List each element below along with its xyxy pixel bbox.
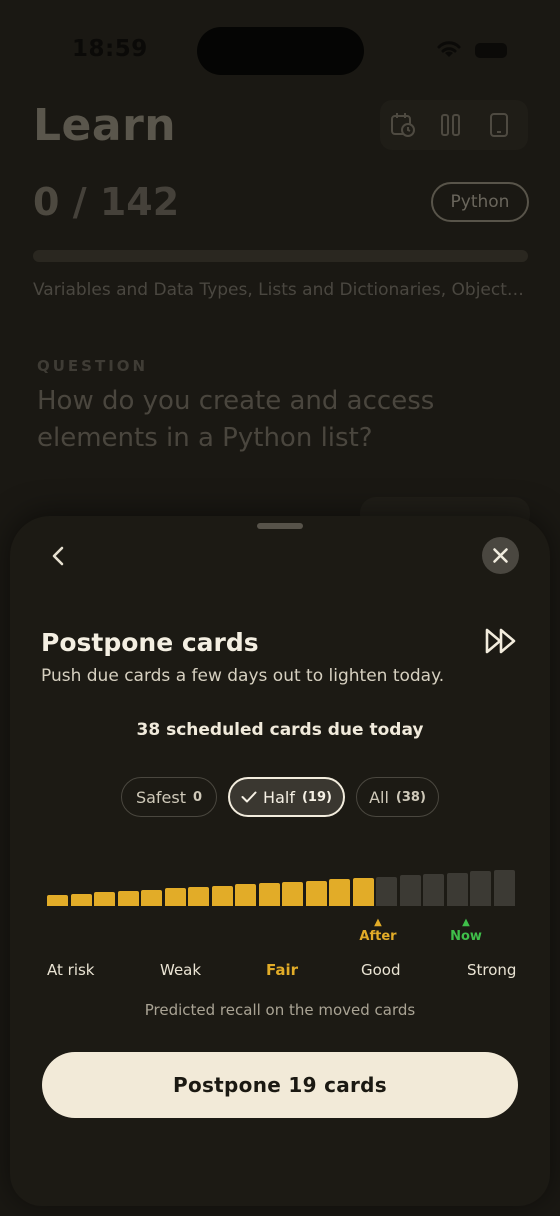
option-all[interactable]: All (38) xyxy=(356,777,439,817)
battery-icon xyxy=(475,43,507,58)
option-half-label: Half xyxy=(263,787,295,807)
recall-segment xyxy=(47,895,69,906)
status-time: 18:59 xyxy=(72,36,148,62)
postpone-button[interactable]: Postpone 19 cards xyxy=(42,1052,518,1118)
recall-caption: Predicted recall on the moved cards xyxy=(144,1001,416,1019)
topics-list: Variables and Data Types, Lists and Dict… xyxy=(33,280,524,300)
recall-segment xyxy=(188,887,210,906)
postpone-sheet: Postpone cards Push due cards a few days… xyxy=(10,516,550,1206)
option-half[interactable]: Half (19) xyxy=(228,777,345,817)
question-label: QUESTION xyxy=(37,357,149,375)
recall-segment xyxy=(164,888,186,906)
recall-segment xyxy=(70,893,92,906)
option-safest-label: Safest xyxy=(135,787,186,807)
recall-segment xyxy=(446,872,468,906)
after-marker-label: After xyxy=(359,929,397,944)
after-marker: ▲ After xyxy=(348,917,408,944)
language-badge[interactable]: Python xyxy=(431,182,529,222)
check-icon xyxy=(241,791,257,803)
back-chevron-icon xyxy=(52,546,64,566)
scale-label-fair: Fair xyxy=(266,961,299,979)
recall-segment xyxy=(470,871,492,906)
recall-segment xyxy=(376,876,398,906)
calendar-clock-icon[interactable] xyxy=(390,112,416,138)
recall-segment xyxy=(258,883,280,906)
recall-segment xyxy=(141,889,163,906)
sheet-title: Postpone cards xyxy=(41,628,259,657)
after-marker-triangle-icon: ▲ xyxy=(374,917,382,928)
app-screen: Learn 0 / 142 Python Variables and Data … xyxy=(0,0,560,1216)
recall-segment xyxy=(399,875,421,906)
scale-label-weak: Weak xyxy=(160,961,202,979)
now-marker: ▲ Now xyxy=(436,917,496,944)
recall-segment xyxy=(329,879,351,906)
now-marker-label: Now xyxy=(450,929,482,944)
question-text: How do you create and access elements in… xyxy=(37,386,435,453)
option-all-label: All xyxy=(369,787,389,807)
recall-segment xyxy=(282,881,304,906)
recall-bar xyxy=(47,846,515,906)
option-half-count: (19) xyxy=(301,789,332,805)
recall-segment xyxy=(493,870,515,906)
recall-segment xyxy=(423,873,445,906)
back-button[interactable] xyxy=(40,538,76,574)
recall-segment xyxy=(211,885,233,906)
option-all-count: (38) xyxy=(395,789,426,805)
option-safest[interactable]: Safest 0 xyxy=(121,777,217,817)
due-summary: 38 scheduled cards due today xyxy=(136,720,424,740)
counter-current: 0 xyxy=(33,180,60,224)
recall-segment xyxy=(235,884,257,906)
recall-segment xyxy=(305,880,327,906)
fast-forward-icon xyxy=(485,628,516,654)
view-toolbar xyxy=(380,100,528,150)
counter-separator: / xyxy=(72,180,87,224)
option-safest-count: 0 xyxy=(193,789,203,805)
progress-bar xyxy=(33,250,528,262)
scale-label-good: Good xyxy=(361,961,401,979)
dynamic-island xyxy=(197,27,364,75)
counter-total: 142 xyxy=(99,180,180,224)
wifi-icon xyxy=(437,41,461,57)
page-title: Learn xyxy=(33,100,177,151)
recall-segment xyxy=(94,892,116,906)
close-icon xyxy=(493,548,508,563)
now-marker-triangle-icon: ▲ xyxy=(462,917,470,928)
progress-counter: 0 / 142 xyxy=(33,180,179,224)
sheet-grabber[interactable] xyxy=(257,523,303,529)
sheet-subtitle: Push due cards a few days out to lighten… xyxy=(41,666,445,686)
close-button[interactable] xyxy=(482,537,519,574)
recall-segment xyxy=(117,891,139,906)
columns-icon[interactable] xyxy=(438,112,464,138)
scale-label-at-risk: At risk xyxy=(47,961,95,979)
phone-icon[interactable] xyxy=(486,112,512,138)
recall-segment xyxy=(352,877,374,906)
scale-label-strong: Strong xyxy=(467,961,517,979)
